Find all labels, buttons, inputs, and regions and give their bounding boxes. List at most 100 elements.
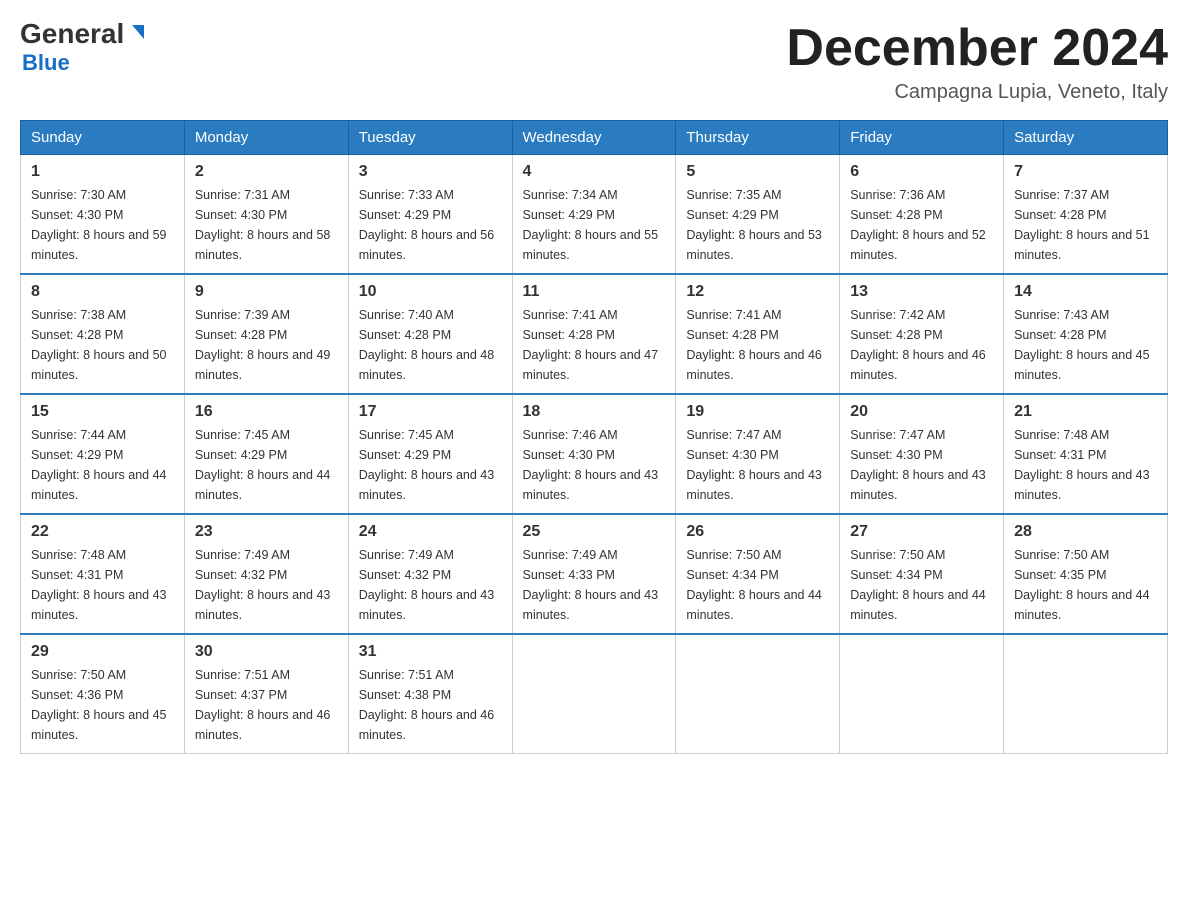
calendar-cell: 5 Sunrise: 7:35 AMSunset: 4:29 PMDayligh…: [676, 155, 840, 275]
calendar-cell: [840, 634, 1004, 754]
calendar-title: December 2024: [786, 20, 1168, 77]
weekday-header-thursday: Thursday: [676, 121, 840, 155]
calendar-cell: 30 Sunrise: 7:51 AMSunset: 4:37 PMDaylig…: [184, 634, 348, 754]
day-number: 29: [31, 643, 174, 661]
day-number: 8: [31, 283, 174, 301]
day-info: Sunrise: 7:45 AMSunset: 4:29 PMDaylight:…: [359, 428, 495, 502]
day-number: 3: [359, 163, 502, 181]
day-number: 27: [850, 523, 993, 541]
day-number: 12: [686, 283, 829, 301]
day-info: Sunrise: 7:51 AMSunset: 4:37 PMDaylight:…: [195, 668, 331, 742]
calendar-cell: [1004, 634, 1168, 754]
day-info: Sunrise: 7:30 AMSunset: 4:30 PMDaylight:…: [31, 188, 167, 262]
day-info: Sunrise: 7:49 AMSunset: 4:32 PMDaylight:…: [359, 548, 495, 622]
calendar-cell: 31 Sunrise: 7:51 AMSunset: 4:38 PMDaylig…: [348, 634, 512, 754]
day-info: Sunrise: 7:34 AMSunset: 4:29 PMDaylight:…: [523, 188, 659, 262]
day-info: Sunrise: 7:43 AMSunset: 4:28 PMDaylight:…: [1014, 308, 1150, 382]
week-row-1: 1 Sunrise: 7:30 AMSunset: 4:30 PMDayligh…: [21, 155, 1168, 275]
calendar-cell: 1 Sunrise: 7:30 AMSunset: 4:30 PMDayligh…: [21, 155, 185, 275]
day-number: 4: [523, 163, 666, 181]
logo-general: General: [20, 20, 124, 48]
calendar-cell: [676, 634, 840, 754]
calendar-cell: 9 Sunrise: 7:39 AMSunset: 4:28 PMDayligh…: [184, 274, 348, 394]
weekday-header-friday: Friday: [840, 121, 1004, 155]
week-row-4: 22 Sunrise: 7:48 AMSunset: 4:31 PMDaylig…: [21, 514, 1168, 634]
weekday-header-saturday: Saturday: [1004, 121, 1168, 155]
day-info: Sunrise: 7:38 AMSunset: 4:28 PMDaylight:…: [31, 308, 167, 382]
day-number: 24: [359, 523, 502, 541]
day-info: Sunrise: 7:45 AMSunset: 4:29 PMDaylight:…: [195, 428, 331, 502]
calendar-cell: 28 Sunrise: 7:50 AMSunset: 4:35 PMDaylig…: [1004, 514, 1168, 634]
calendar-cell: 17 Sunrise: 7:45 AMSunset: 4:29 PMDaylig…: [348, 394, 512, 514]
calendar-cell: 21 Sunrise: 7:48 AMSunset: 4:31 PMDaylig…: [1004, 394, 1168, 514]
day-number: 25: [523, 523, 666, 541]
calendar-cell: 18 Sunrise: 7:46 AMSunset: 4:30 PMDaylig…: [512, 394, 676, 514]
week-row-3: 15 Sunrise: 7:44 AMSunset: 4:29 PMDaylig…: [21, 394, 1168, 514]
day-number: 7: [1014, 163, 1157, 181]
day-number: 17: [359, 403, 502, 421]
calendar-cell: 27 Sunrise: 7:50 AMSunset: 4:34 PMDaylig…: [840, 514, 1004, 634]
weekday-header-row: SundayMondayTuesdayWednesdayThursdayFrid…: [21, 121, 1168, 155]
weekday-header-sunday: Sunday: [21, 121, 185, 155]
day-number: 6: [850, 163, 993, 181]
day-info: Sunrise: 7:47 AMSunset: 4:30 PMDaylight:…: [686, 428, 822, 502]
calendar-cell: 4 Sunrise: 7:34 AMSunset: 4:29 PMDayligh…: [512, 155, 676, 275]
calendar-cell: 22 Sunrise: 7:48 AMSunset: 4:31 PMDaylig…: [21, 514, 185, 634]
day-number: 9: [195, 283, 338, 301]
day-number: 21: [1014, 403, 1157, 421]
day-info: Sunrise: 7:48 AMSunset: 4:31 PMDaylight:…: [1014, 428, 1150, 502]
day-number: 31: [359, 643, 502, 661]
title-block: December 2024 Campagna Lupia, Veneto, It…: [786, 20, 1168, 104]
day-info: Sunrise: 7:39 AMSunset: 4:28 PMDaylight:…: [195, 308, 331, 382]
week-row-2: 8 Sunrise: 7:38 AMSunset: 4:28 PMDayligh…: [21, 274, 1168, 394]
weekday-header-monday: Monday: [184, 121, 348, 155]
day-number: 16: [195, 403, 338, 421]
day-info: Sunrise: 7:35 AMSunset: 4:29 PMDaylight:…: [686, 188, 822, 262]
day-number: 19: [686, 403, 829, 421]
logo: General Blue: [20, 20, 149, 76]
calendar-cell: 13 Sunrise: 7:42 AMSunset: 4:28 PMDaylig…: [840, 274, 1004, 394]
day-number: 15: [31, 403, 174, 421]
day-number: 28: [1014, 523, 1157, 541]
calendar-cell: 19 Sunrise: 7:47 AMSunset: 4:30 PMDaylig…: [676, 394, 840, 514]
calendar-cell: 12 Sunrise: 7:41 AMSunset: 4:28 PMDaylig…: [676, 274, 840, 394]
calendar-cell: 25 Sunrise: 7:49 AMSunset: 4:33 PMDaylig…: [512, 514, 676, 634]
day-info: Sunrise: 7:49 AMSunset: 4:32 PMDaylight:…: [195, 548, 331, 622]
day-info: Sunrise: 7:47 AMSunset: 4:30 PMDaylight:…: [850, 428, 986, 502]
day-info: Sunrise: 7:36 AMSunset: 4:28 PMDaylight:…: [850, 188, 986, 262]
page-header: General Blue December 2024 Campagna Lupi…: [20, 20, 1168, 104]
day-info: Sunrise: 7:40 AMSunset: 4:28 PMDaylight:…: [359, 308, 495, 382]
calendar-cell: 26 Sunrise: 7:50 AMSunset: 4:34 PMDaylig…: [676, 514, 840, 634]
day-info: Sunrise: 7:37 AMSunset: 4:28 PMDaylight:…: [1014, 188, 1150, 262]
calendar-cell: 10 Sunrise: 7:40 AMSunset: 4:28 PMDaylig…: [348, 274, 512, 394]
day-info: Sunrise: 7:49 AMSunset: 4:33 PMDaylight:…: [523, 548, 659, 622]
week-row-5: 29 Sunrise: 7:50 AMSunset: 4:36 PMDaylig…: [21, 634, 1168, 754]
day-number: 20: [850, 403, 993, 421]
weekday-header-tuesday: Tuesday: [348, 121, 512, 155]
day-info: Sunrise: 7:33 AMSunset: 4:29 PMDaylight:…: [359, 188, 495, 262]
calendar-cell: 23 Sunrise: 7:49 AMSunset: 4:32 PMDaylig…: [184, 514, 348, 634]
day-number: 5: [686, 163, 829, 181]
calendar-cell: 29 Sunrise: 7:50 AMSunset: 4:36 PMDaylig…: [21, 634, 185, 754]
day-number: 13: [850, 283, 993, 301]
day-number: 11: [523, 283, 666, 301]
day-number: 18: [523, 403, 666, 421]
calendar-cell: [512, 634, 676, 754]
calendar-cell: 20 Sunrise: 7:47 AMSunset: 4:30 PMDaylig…: [840, 394, 1004, 514]
calendar-subtitle: Campagna Lupia, Veneto, Italy: [786, 81, 1168, 104]
calendar-cell: 3 Sunrise: 7:33 AMSunset: 4:29 PMDayligh…: [348, 155, 512, 275]
day-number: 2: [195, 163, 338, 181]
logo-triangle-icon: [127, 21, 149, 43]
calendar-cell: 2 Sunrise: 7:31 AMSunset: 4:30 PMDayligh…: [184, 155, 348, 275]
day-number: 30: [195, 643, 338, 661]
calendar-cell: 7 Sunrise: 7:37 AMSunset: 4:28 PMDayligh…: [1004, 155, 1168, 275]
day-info: Sunrise: 7:51 AMSunset: 4:38 PMDaylight:…: [359, 668, 495, 742]
day-info: Sunrise: 7:42 AMSunset: 4:28 PMDaylight:…: [850, 308, 986, 382]
calendar-table: SundayMondayTuesdayWednesdayThursdayFrid…: [20, 120, 1168, 754]
day-info: Sunrise: 7:50 AMSunset: 4:34 PMDaylight:…: [850, 548, 986, 622]
calendar-cell: 24 Sunrise: 7:49 AMSunset: 4:32 PMDaylig…: [348, 514, 512, 634]
day-number: 1: [31, 163, 174, 181]
day-info: Sunrise: 7:44 AMSunset: 4:29 PMDaylight:…: [31, 428, 167, 502]
day-number: 10: [359, 283, 502, 301]
day-info: Sunrise: 7:50 AMSunset: 4:36 PMDaylight:…: [31, 668, 167, 742]
